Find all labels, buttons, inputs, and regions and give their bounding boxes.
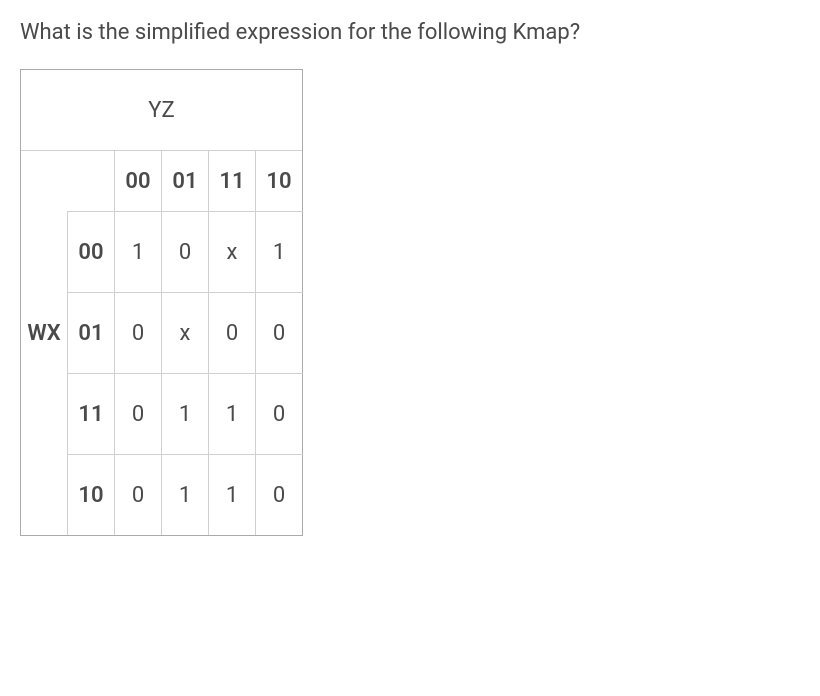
blank-cell bbox=[68, 70, 115, 151]
kmap-cell: 0 bbox=[209, 293, 256, 374]
question-text: What is the simplified expression for th… bbox=[20, 20, 800, 45]
kmap-table: YZ 00 01 11 10 00 1 0 x 1 WX 01 0 x 0 0 … bbox=[20, 69, 303, 536]
blank-cell bbox=[209, 70, 256, 151]
kmap-cell: 1 bbox=[209, 374, 256, 455]
kmap-cell: 1 bbox=[162, 455, 209, 536]
blank-cell bbox=[21, 70, 68, 151]
col-header: 11 bbox=[209, 151, 256, 212]
col-header: 00 bbox=[115, 151, 162, 212]
kmap-cell: 0 bbox=[256, 293, 303, 374]
kmap-cell: 0 bbox=[115, 455, 162, 536]
blank-cell bbox=[256, 70, 303, 151]
kmap-cell: 1 bbox=[209, 455, 256, 536]
kmap-cell: 1 bbox=[115, 212, 162, 293]
row-var-label: WX bbox=[21, 293, 68, 374]
blank-cell bbox=[21, 455, 68, 536]
col-header: 10 bbox=[256, 151, 303, 212]
blank-cell bbox=[21, 151, 68, 212]
col-var-label: YZ bbox=[115, 70, 209, 151]
row-header: 00 bbox=[68, 212, 115, 293]
kmap-cell: 0 bbox=[256, 455, 303, 536]
row-header: 01 bbox=[68, 293, 115, 374]
blank-cell bbox=[21, 374, 68, 455]
kmap-cell: 1 bbox=[256, 212, 303, 293]
kmap-cell: 0 bbox=[256, 374, 303, 455]
kmap-cell: 1 bbox=[162, 374, 209, 455]
blank-cell bbox=[68, 151, 115, 212]
col-header: 01 bbox=[162, 151, 209, 212]
row-header: 11 bbox=[68, 374, 115, 455]
row-header: 10 bbox=[68, 455, 115, 536]
kmap-cell: x bbox=[162, 293, 209, 374]
kmap-cell: 0 bbox=[162, 212, 209, 293]
kmap-cell: 0 bbox=[115, 374, 162, 455]
blank-cell bbox=[21, 212, 68, 293]
kmap-cell: x bbox=[209, 212, 256, 293]
kmap-cell: 0 bbox=[115, 293, 162, 374]
